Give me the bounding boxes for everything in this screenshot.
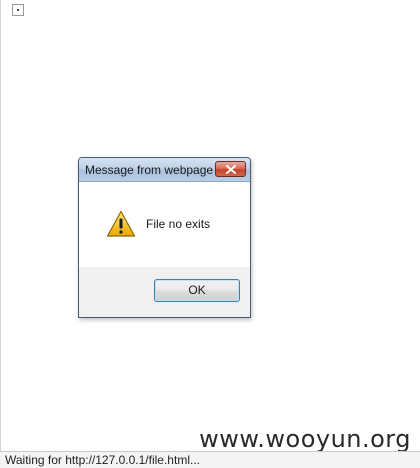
alert-dialog: Message from webpage File no exits OK xyxy=(78,157,251,318)
close-button[interactable] xyxy=(215,161,246,177)
broken-image-icon xyxy=(12,4,24,16)
status-bar: Waiting for http://127.0.0.1/file.html..… xyxy=(0,451,420,468)
broken-image-dot xyxy=(17,9,19,11)
watermark: www.wooyun.org xyxy=(199,425,411,453)
dialog-title: Message from webpage xyxy=(85,163,214,177)
dialog-content: File no exits xyxy=(79,182,250,267)
dialog-message: File no exits xyxy=(146,217,211,231)
status-text: Waiting for http://127.0.0.1/file.html..… xyxy=(5,453,200,467)
warning-icon xyxy=(106,210,136,237)
ok-button[interactable]: OK xyxy=(154,279,240,302)
dialog-titlebar[interactable]: Message from webpage xyxy=(79,158,250,182)
close-icon xyxy=(226,165,236,174)
page-left-border xyxy=(0,0,1,451)
